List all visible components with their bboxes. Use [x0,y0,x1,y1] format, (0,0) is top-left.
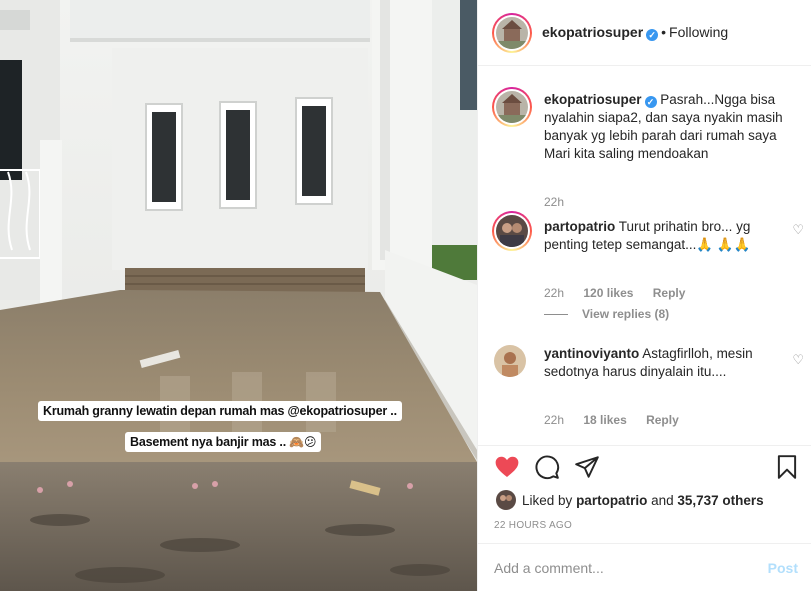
comment-time[interactable]: 22h [544,195,564,209]
post-actions: Liked by partopatrio and 35,737 others 2… [478,445,811,543]
comment-time[interactable]: 22h [544,413,564,427]
comment-avatar-image [496,91,528,123]
comment-meta: 22h 18 likes Reply [544,413,695,427]
comment-like-heart-icon[interactable]: ♡ [792,223,804,238]
share-icon[interactable] [574,454,600,480]
story-caption-2: Basement nya banjir mas .. 🙈😕 [125,432,322,452]
post-comment-button[interactable]: Post [768,560,798,576]
comment-likes[interactable]: 18 likes [583,413,626,427]
post-details-panel: ekopatriosuper ✓ • Following ekopatriosuper… [477,0,811,591]
comment-username[interactable]: partopatrio [544,219,615,234]
post-timestamp[interactable]: 22 HOURS AGO [494,520,572,531]
likes-summary: Liked by partopatrio and 35,737 others [496,490,764,510]
bookmark-icon[interactable] [774,454,800,480]
comment-avatar[interactable] [492,211,532,251]
replies-divider [544,314,568,316]
comment-avatar[interactable] [492,87,532,127]
header-user-line: ekopatriosuper ✓ • Following [542,24,728,41]
liker-avatar-image [496,490,516,510]
author-avatar-image [496,17,528,49]
story-caption-2-emoji: 🙈😕 [289,435,317,449]
view-replies-label: View replies (8) [582,307,670,321]
comment-reply-button[interactable]: Reply [653,286,686,300]
comment-avatar-image [494,345,526,377]
comment-meta: 22h [544,195,580,209]
add-comment-bar: Post [478,543,811,591]
header-username[interactable]: ekopatriosuper [542,24,643,40]
comment-reply-button[interactable]: Reply [646,413,679,427]
separator-dot: • [661,24,667,40]
author-avatar[interactable] [492,13,532,53]
verified-badge-icon: ✓ [644,96,657,108]
comment-body: ekopatriosuper ✓ Pasrah...Ngga bisa nyala… [544,91,784,163]
comment-meta: 22h 120 likes Reply [544,286,701,300]
heart-icon[interactable] [494,454,520,480]
comment-input[interactable] [494,558,754,578]
story-caption-2-text: Basement nya banjir mas .. [130,435,290,449]
likes-others-link[interactable]: 35,737 others [677,493,763,508]
verified-badge-icon: ✓ [646,29,659,41]
liker-username[interactable]: partopatrio [576,493,647,508]
liker-avatar[interactable] [496,490,516,510]
comment-time[interactable]: 22h [544,286,564,300]
comment-icon[interactable] [534,454,560,480]
view-replies-button[interactable]: View replies (8) [544,307,669,321]
post-photo[interactable]: Krumah granny lewatin depan rumah mas @e… [0,0,477,591]
post-header: ekopatriosuper ✓ • Following [478,0,811,66]
comment-like-heart-icon[interactable]: ♡ [792,353,804,368]
comment-avatar-image [496,215,528,247]
comment-username[interactable]: yantinoviyanto [544,346,639,361]
flooded-basement-image [0,0,477,591]
likes-and: and [651,493,674,508]
likes-prefix: Liked by [522,493,573,508]
comment-body: yantinoviyanto Astagfirlloh, mesin sedot… [544,345,784,381]
comment-likes[interactable]: 120 likes [583,286,633,300]
comment-username[interactable]: ekopatriosuper [544,92,642,107]
comments-list[interactable]: ekopatriosuper ✓ Pasrah...Ngga bisa nyala… [478,67,811,445]
following-button[interactable]: Following [669,24,728,40]
story-caption-1: Krumah granny lewatin depan rumah mas @e… [38,401,402,421]
comment-body: partopatrio Turut prihatin bro... yg pen… [544,218,784,254]
comment-avatar[interactable] [494,345,526,377]
